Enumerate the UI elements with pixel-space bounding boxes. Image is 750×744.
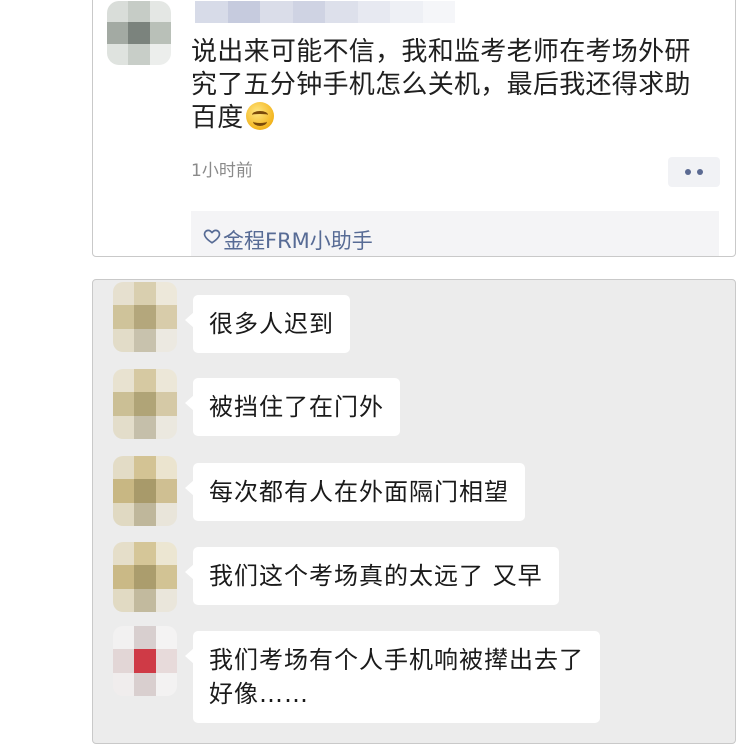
avatar[interactable] bbox=[113, 542, 177, 612]
dot bbox=[697, 169, 703, 175]
more-dots-icon[interactable] bbox=[668, 157, 720, 187]
chat-screenshot: 很多人迟到 被挡住了在门外 每次都有人在外面隔门相望 我们这个考场真的太远了 又… bbox=[92, 279, 736, 744]
message-text: 每次都有人在外面隔门相望 bbox=[209, 478, 509, 506]
message-text: 我们这个考场真的太远了 又早 bbox=[209, 562, 543, 590]
heart-outline-icon bbox=[203, 229, 221, 244]
dot bbox=[685, 169, 691, 175]
chat-bubble: 被挡住了在门外 bbox=[185, 378, 400, 436]
message-line-1: 我们考场有个人手机响被撵出去了 bbox=[209, 646, 584, 674]
message-text: 被挡住了在门外 bbox=[209, 393, 384, 421]
avatar[interactable] bbox=[113, 282, 177, 352]
post-timestamp: 1小时前 bbox=[191, 161, 253, 181]
avatar[interactable] bbox=[113, 369, 177, 439]
poster-name-blurred[interactable] bbox=[195, 1, 455, 23]
message-line-2: 好像…… bbox=[209, 680, 309, 708]
chat-bubble: 每次都有人在外面隔门相望 bbox=[185, 463, 525, 521]
chat-bubble: 我们考场有个人手机响被撵出去了 好像…… bbox=[185, 631, 600, 723]
post-text: 说出来可能不信，我和监考老师在考场外研究了五分钟手机怎么关机，最后我还得求助百度 bbox=[191, 36, 711, 135]
message-text: 很多人迟到 bbox=[209, 310, 334, 338]
chat-bubble: 很多人迟到 bbox=[185, 295, 350, 353]
grinning-face-icon bbox=[245, 102, 274, 130]
liked-by-name[interactable]: 金程FRM小助手 bbox=[223, 225, 373, 255]
avatar[interactable] bbox=[113, 626, 177, 696]
avatar[interactable] bbox=[113, 456, 177, 526]
likes-bar: 金程FRM小助手 bbox=[191, 211, 719, 256]
poster-avatar[interactable] bbox=[107, 1, 171, 65]
chat-bubble: 我们这个考场真的太远了 又早 bbox=[185, 547, 559, 605]
moments-post-card: 说出来可能不信，我和监考老师在考场外研究了五分钟手机怎么关机，最后我还得求助百度… bbox=[92, 0, 736, 257]
